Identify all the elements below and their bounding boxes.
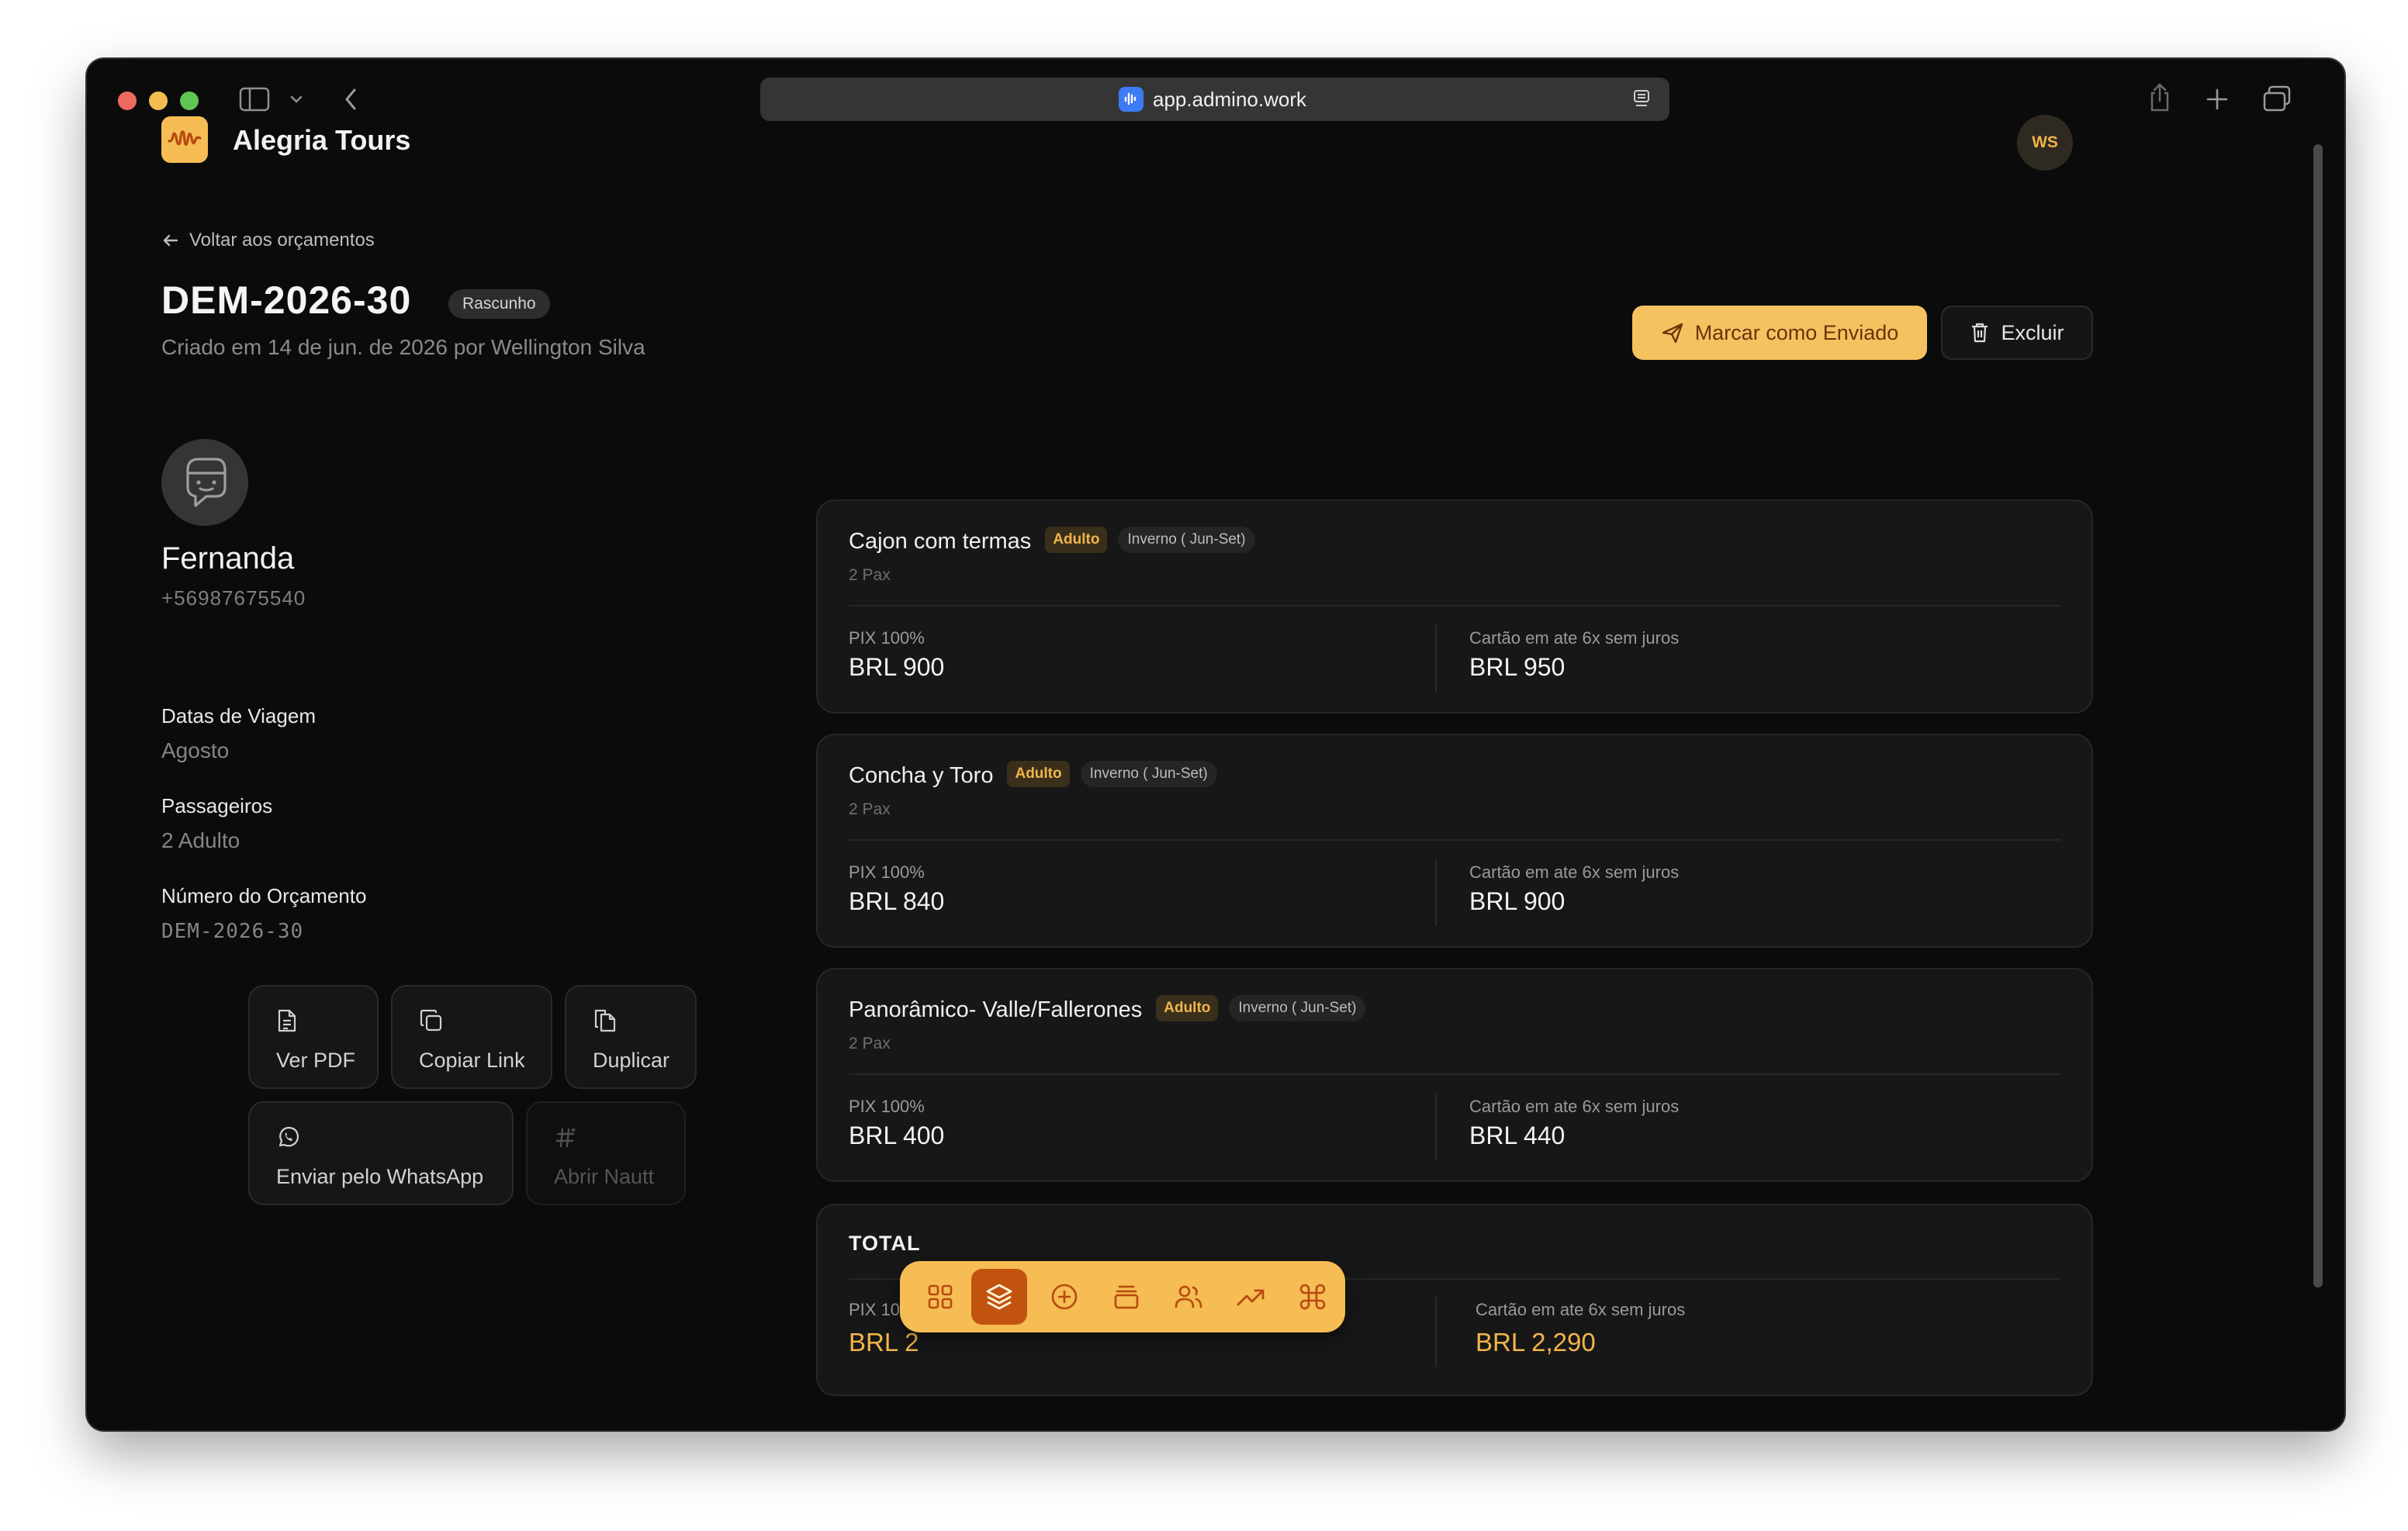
dock-layers-button[interactable] bbox=[971, 1269, 1027, 1325]
divider bbox=[1435, 1094, 1437, 1160]
travel-dates-label: Datas de Viagem bbox=[161, 704, 316, 727]
quote-number-value: DEM-2026-30 bbox=[161, 920, 304, 943]
quote-number-label: Número do Orçamento bbox=[161, 884, 367, 907]
dock-add-button[interactable] bbox=[1041, 1274, 1088, 1320]
tour-card: Panorâmico- Valle/Fallerones Adulto Invern… bbox=[816, 968, 2093, 1182]
tour-title-row: Cajon com termas Adulto Inverno ( Jun-Set) bbox=[849, 527, 1255, 555]
total-card-label: Cartão em ate 6x sem juros bbox=[1476, 1300, 1686, 1319]
dock-grid-button[interactable] bbox=[917, 1274, 964, 1320]
travel-dates-value: Agosto bbox=[161, 738, 230, 762]
whatsapp-button[interactable]: Enviar pelo WhatsApp bbox=[248, 1101, 514, 1205]
tour-name: Cajon com termas bbox=[849, 529, 1032, 554]
tour-type-badge: Adulto bbox=[1007, 761, 1070, 788]
divider bbox=[849, 839, 2060, 841]
card-label: Cartão em ate 6x sem juros bbox=[1469, 628, 1680, 648]
created-info: Criado em 14 de jun. de 2026 por Welling… bbox=[161, 335, 645, 359]
plus-circle-icon bbox=[1051, 1284, 1078, 1310]
divider bbox=[1435, 859, 1437, 926]
back-to-quotes-link[interactable]: Voltar aos orçamentos bbox=[161, 230, 375, 251]
card-value: BRL 900 bbox=[1469, 887, 1566, 915]
card-value: BRL 950 bbox=[1469, 653, 1566, 681]
file-icon bbox=[278, 1009, 296, 1032]
whatsapp-label: Enviar pelo WhatsApp bbox=[276, 1165, 484, 1188]
divider bbox=[1435, 625, 1437, 692]
dock-command-button[interactable] bbox=[1289, 1274, 1336, 1320]
card-value: BRL 440 bbox=[1469, 1121, 1566, 1149]
users-icon bbox=[1175, 1285, 1202, 1308]
tour-season-badge: Inverno ( Jun-Set) bbox=[1118, 527, 1255, 554]
client-name: Fernanda bbox=[161, 541, 295, 575]
layers-icon bbox=[986, 1284, 1012, 1310]
view-pdf-button[interactable]: Ver PDF bbox=[248, 985, 379, 1089]
command-icon bbox=[1299, 1284, 1326, 1310]
app-content: Alegria Tours WS Voltar aos orçamentos D… bbox=[87, 59, 2344, 1430]
archive-icon bbox=[1114, 1285, 1139, 1309]
tour-season-badge: Inverno ( Jun-Set) bbox=[1229, 995, 1366, 1022]
passengers-value: 2 Adulto bbox=[161, 828, 240, 852]
delete-label: Excluir bbox=[2001, 320, 2064, 344]
total-label: TOTAL bbox=[849, 1232, 921, 1255]
status-badge: Rascunho bbox=[448, 289, 550, 319]
copy-icon bbox=[420, 1009, 442, 1032]
duplicate-label: Duplicar bbox=[593, 1049, 670, 1072]
floating-dock bbox=[900, 1261, 1345, 1332]
tour-type-badge: Adulto bbox=[1045, 527, 1108, 554]
hash-sparkle-icon bbox=[555, 1127, 576, 1148]
tour-card: Cajon com termas Adulto Inverno ( Jun-Set)… bbox=[816, 499, 2093, 714]
send-icon bbox=[1662, 323, 1683, 344]
view-pdf-label: Ver PDF bbox=[276, 1049, 356, 1072]
duplicate-button[interactable]: Duplicar bbox=[565, 985, 697, 1089]
tour-pax: 2 Pax bbox=[849, 566, 891, 584]
brand-logo-icon bbox=[161, 116, 208, 163]
arrow-left-icon bbox=[163, 234, 178, 247]
tour-type-badge: Adulto bbox=[1156, 995, 1219, 1022]
pix-value: BRL 400 bbox=[849, 1121, 945, 1149]
tour-name: Concha y Toro bbox=[849, 763, 994, 788]
total-pix-value: BRL 2 bbox=[849, 1328, 919, 1356]
user-avatar[interactable]: WS bbox=[2017, 115, 2073, 171]
pix-label: PIX 100% bbox=[849, 862, 925, 882]
brand-name: Alegria Tours bbox=[233, 124, 411, 156]
grid-icon bbox=[928, 1284, 953, 1309]
tour-title-row: Panorâmico- Valle/Fallerones Adulto Invern… bbox=[849, 995, 1366, 1024]
total-card-value: BRL 2,290 bbox=[1476, 1328, 1596, 1356]
mark-as-sent-label: Marcar como Enviado bbox=[1694, 320, 1899, 344]
dock-archive-button[interactable] bbox=[1103, 1274, 1150, 1320]
divider bbox=[849, 605, 2060, 607]
card-label: Cartão em ate 6x sem juros bbox=[1469, 862, 1680, 882]
dock-trending-button[interactable] bbox=[1227, 1274, 1274, 1320]
duplicate-icon bbox=[594, 1009, 616, 1032]
copy-link-button[interactable]: Copiar Link bbox=[391, 985, 552, 1089]
client-phone: +56987675540 bbox=[161, 586, 306, 610]
whatsapp-icon bbox=[279, 1126, 299, 1147]
client-avatar bbox=[161, 439, 248, 526]
pix-label: PIX 100% bbox=[849, 628, 925, 648]
open-nautt-label: Abrir Nautt bbox=[554, 1165, 655, 1188]
back-label: Voltar aos orçamentos bbox=[189, 230, 375, 251]
browser-window: app.admino.work Alegria Tours WS Voltar … bbox=[87, 59, 2344, 1430]
divider bbox=[1435, 1297, 1437, 1367]
card-label: Cartão em ate 6x sem juros bbox=[1469, 1097, 1680, 1116]
trash-icon bbox=[1972, 323, 1988, 343]
tour-pax: 2 Pax bbox=[849, 1035, 891, 1052]
open-nautt-button[interactable]: Abrir Nautt bbox=[526, 1101, 686, 1205]
passengers-label: Passageiros bbox=[161, 794, 273, 817]
tour-title-row: Concha y Toro Adulto Inverno ( Jun-Set) bbox=[849, 761, 1217, 790]
tour-pax: 2 Pax bbox=[849, 800, 891, 818]
tour-season-badge: Inverno ( Jun-Set) bbox=[1080, 761, 1217, 788]
copy-link-label: Copiar Link bbox=[419, 1049, 525, 1072]
trending-icon bbox=[1237, 1289, 1265, 1306]
delete-button[interactable]: Excluir bbox=[1941, 306, 2093, 360]
tour-card: Concha y Toro Adulto Inverno ( Jun-Set) 2 … bbox=[816, 734, 2093, 948]
tour-name: Panorâmico- Valle/Fallerones bbox=[849, 997, 1143, 1022]
pix-value: BRL 900 bbox=[849, 653, 945, 681]
pix-value: BRL 840 bbox=[849, 887, 945, 915]
mark-as-sent-button[interactable]: Marcar como Enviado bbox=[1632, 306, 1927, 360]
pix-label: PIX 100% bbox=[849, 1097, 925, 1116]
dock-users-button[interactable] bbox=[1165, 1274, 1212, 1320]
divider bbox=[849, 1073, 2060, 1075]
page-title: DEM-2026-30 bbox=[161, 278, 412, 322]
